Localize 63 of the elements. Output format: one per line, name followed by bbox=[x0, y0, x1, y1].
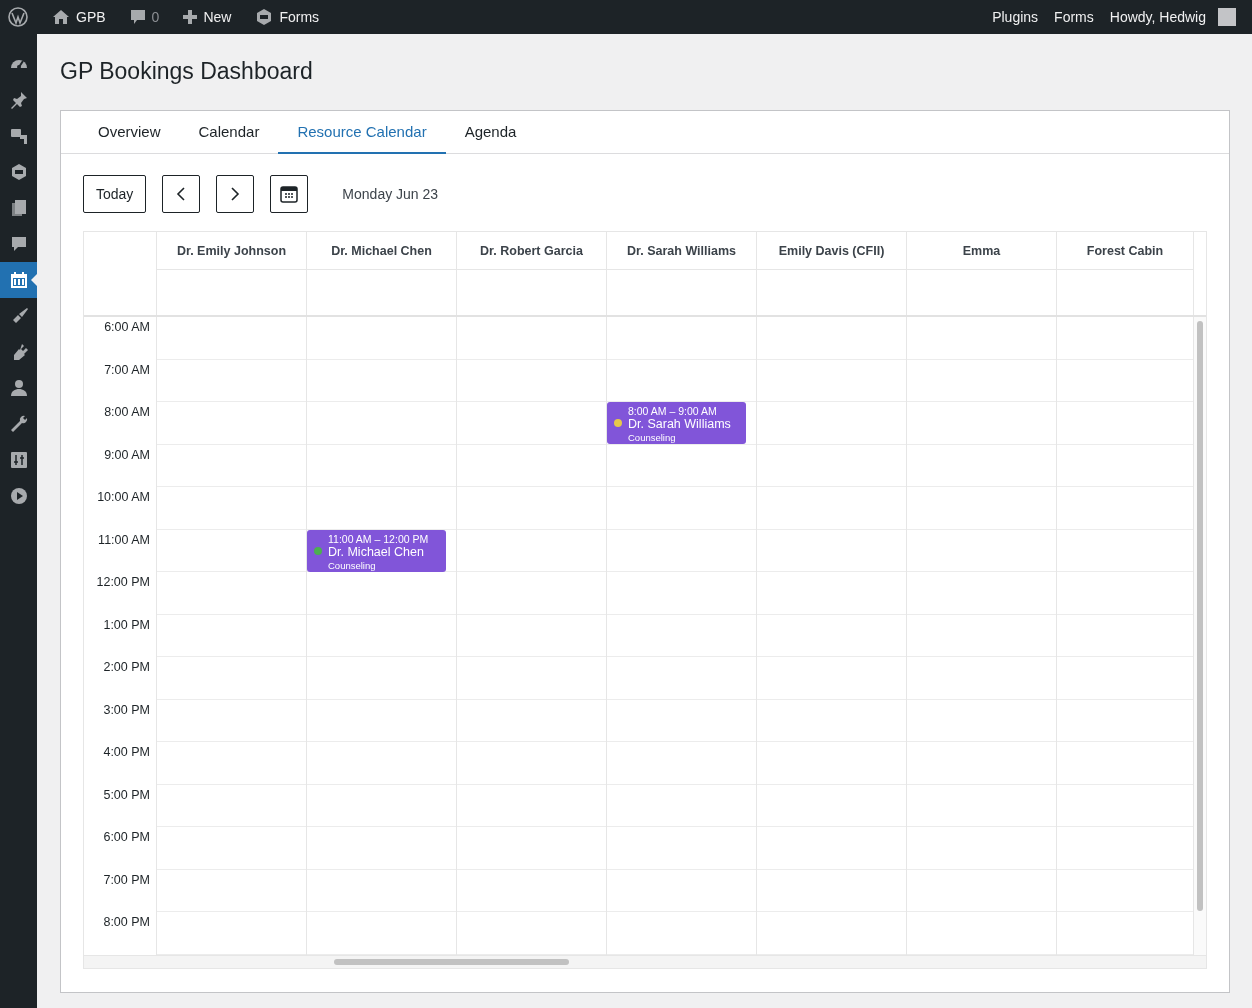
resource-header: Dr. Sarah Williams bbox=[607, 232, 756, 270]
resource-header: Forest Cabin bbox=[1057, 232, 1193, 270]
user-icon bbox=[8, 378, 29, 398]
current-date: Monday Jun 23 bbox=[342, 186, 439, 202]
resource-header: Dr. Michael Chen bbox=[307, 232, 456, 270]
media-icon bbox=[8, 126, 29, 146]
account-menu[interactable]: Howdy, Hedwig bbox=[1101, 0, 1244, 34]
forms-link[interactable]: Forms bbox=[247, 0, 328, 34]
time-label: 8:00 PM bbox=[102, 914, 151, 931]
home-icon bbox=[52, 9, 70, 25]
previous-button[interactable] bbox=[162, 175, 201, 213]
booking-event[interactable]: 11:00 AM – 12:00 PM Dr. Michael Chen Counseling bbox=[307, 529, 446, 572]
time-label: 3:00 PM bbox=[102, 701, 151, 719]
event-subtitle: Counseling bbox=[628, 432, 677, 443]
new-link[interactable]: New bbox=[175, 0, 240, 34]
event-title: Dr. Michael Chen bbox=[328, 544, 425, 560]
time-label: 10:00 AM bbox=[96, 489, 151, 506]
time-label: 8:00 AM bbox=[103, 404, 151, 421]
time-label: 9:00 AM bbox=[103, 446, 151, 464]
event-time: 8:00 AM – 9:00 AM bbox=[628, 405, 718, 417]
time-label: 7:00 AM bbox=[103, 361, 151, 379]
play-icon bbox=[8, 486, 29, 506]
time-label: 5:00 PM bbox=[102, 786, 151, 804]
sliders-icon bbox=[8, 450, 29, 470]
sidebar-item[interactable] bbox=[0, 262, 37, 298]
calendar-icon bbox=[8, 270, 29, 290]
time-label: 11:00 AM bbox=[97, 531, 151, 549]
resource-header: Dr. Emily Johnson bbox=[157, 232, 306, 270]
comments-link[interactable]: 0 bbox=[121, 0, 168, 34]
next-button[interactable] bbox=[216, 175, 255, 213]
admin-bar-link[interactable]: Forms bbox=[1046, 0, 1102, 34]
time-label: 12:00 PM bbox=[95, 574, 151, 591]
resource-header: Emma bbox=[907, 232, 1056, 270]
event-title: Dr. Sarah Williams bbox=[628, 417, 732, 432]
page-title: GP Bookings Dashboard bbox=[60, 58, 314, 84]
plus-icon bbox=[183, 10, 198, 24]
time-label: 6:00 PM bbox=[102, 829, 151, 846]
event-subtitle: Counseling bbox=[328, 559, 377, 571]
tab[interactable]: Overview bbox=[79, 111, 180, 154]
avatar-icon bbox=[1218, 8, 1236, 26]
resource-header: Dr. Robert Garcia bbox=[457, 232, 606, 270]
booking-event[interactable]: 8:00 AM – 9:00 AM Dr. Sarah Williams Counseling bbox=[607, 402, 746, 444]
forms-icon bbox=[255, 8, 274, 26]
site-link[interactable]: GPB bbox=[44, 0, 114, 34]
today-button[interactable]: Today bbox=[83, 175, 147, 213]
tab[interactable]: Resource Calendar bbox=[278, 111, 446, 154]
chevron-right-icon bbox=[230, 187, 241, 201]
resource-header: Emily Davis (CFII) bbox=[757, 232, 906, 270]
tab[interactable]: Calendar bbox=[179, 111, 279, 154]
calendar-icon bbox=[279, 184, 300, 204]
vertical-scrollbar-thumb[interactable] bbox=[1197, 321, 1203, 911]
date-picker-button[interactable] bbox=[270, 175, 309, 213]
horizontal-scrollbar-thumb[interactable] bbox=[334, 959, 569, 965]
tab[interactable]: Agenda bbox=[445, 111, 536, 154]
admin-bar-link[interactable]: Plugins bbox=[984, 0, 1047, 34]
chevron-left-icon bbox=[176, 187, 187, 201]
time-label: 2:00 PM bbox=[102, 659, 151, 676]
event-time: 11:00 AM – 12:00 PM bbox=[328, 532, 430, 545]
time-label: 1:00 PM bbox=[102, 616, 151, 634]
comment-icon bbox=[129, 9, 146, 25]
time-label: 4:00 PM bbox=[102, 744, 151, 761]
time-label: 7:00 PM bbox=[102, 871, 151, 889]
time-label: 6:00 AM bbox=[103, 319, 151, 336]
